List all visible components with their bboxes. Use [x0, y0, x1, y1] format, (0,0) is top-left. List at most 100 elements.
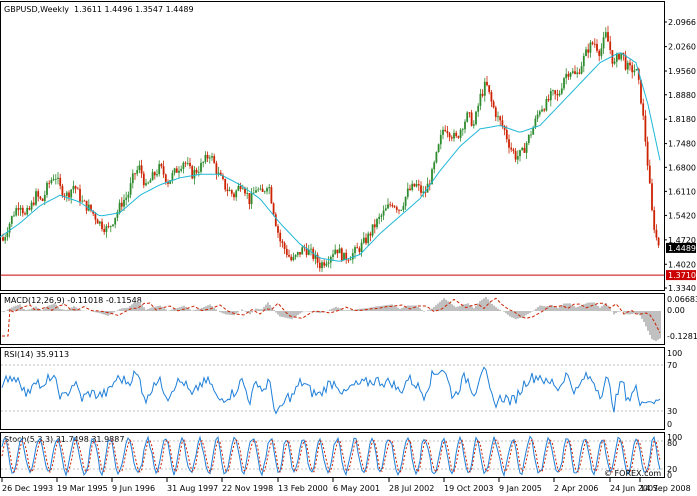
candle-body: [191, 166, 194, 179]
candle-body: [499, 116, 502, 121]
macd-bar: [251, 311, 253, 313]
candle-body: [281, 241, 284, 243]
macd-tick-bottom: -0.12812: [667, 332, 697, 341]
macd-bar: [615, 311, 617, 314]
price-pane[interactable]: [0, 1, 665, 291]
candle-body: [74, 186, 77, 189]
macd-bar: [257, 308, 259, 311]
chart-window[interactable]: GBPUSD,Weekly 1.3611 1.4496 1.3547 1.448…: [0, 0, 697, 496]
macd-bar: [141, 304, 143, 311]
macd-label: MACD(12,26,9) -0.11018 -0.11548: [4, 296, 142, 305]
candle-body: [461, 129, 464, 131]
candle-body: [635, 69, 638, 71]
macd-bar: [427, 310, 429, 311]
candle-body: [83, 200, 86, 202]
candle-body: [127, 194, 130, 198]
time-tick-label: 2 Apr 2006: [554, 484, 598, 493]
macd-bar: [541, 305, 543, 311]
candle-body: [589, 42, 592, 53]
macd-bar: [43, 308, 45, 311]
macd-bar: [451, 304, 453, 311]
macd-bar: [609, 308, 611, 311]
candle-body: [604, 32, 607, 38]
macd-bar: [279, 311, 281, 317]
macd-bar: [59, 308, 61, 311]
candle-body: [288, 254, 290, 257]
stoch-tick-0: 0: [667, 471, 672, 480]
candle-body: [114, 217, 117, 225]
macd-bar: [287, 311, 289, 319]
candle-body: [19, 207, 22, 210]
macd-bar: [555, 307, 557, 311]
candle-body: [406, 188, 409, 197]
macd-bar: [241, 309, 243, 311]
macd-bar: [107, 311, 109, 316]
macd-bar: [395, 306, 397, 311]
macd-bar: [309, 311, 311, 312]
candle-body: [648, 165, 651, 184]
macd-bar: [525, 311, 527, 316]
candle-body: [197, 171, 200, 173]
time-tick-label: 28 Jul 2002: [389, 484, 434, 493]
macd-bar: [113, 311, 115, 313]
candle-body: [615, 53, 618, 62]
macd-bar: [207, 305, 209, 311]
candle-body: [448, 133, 451, 138]
macd-bar: [519, 311, 521, 318]
candle-body: [255, 190, 257, 193]
rsi-tick-70: 70: [667, 361, 677, 370]
macd-bar: [419, 308, 421, 311]
macd-bar: [27, 309, 29, 311]
macd-bar: [225, 311, 227, 315]
macd-bar: [349, 310, 351, 311]
macd-bar: [455, 307, 457, 311]
candle-body: [142, 173, 145, 186]
candle-body: [277, 226, 279, 233]
macd-bar: [381, 305, 383, 311]
candle-body: [494, 107, 497, 118]
macd-bar: [255, 308, 257, 311]
macd-bar: [459, 305, 461, 311]
ohlc-values: 1.3611 1.4496 1.3547 1.4489: [74, 5, 194, 14]
candle-body: [182, 162, 185, 169]
rsi-tick-0: 0: [667, 420, 672, 429]
macd-bar: [417, 306, 419, 311]
candle-body: [292, 256, 295, 261]
macd-bar: [105, 311, 107, 316]
candle-body: [512, 149, 515, 152]
candle-body: [233, 193, 235, 198]
candle-body: [367, 233, 370, 244]
candle-body: [470, 112, 473, 126]
candle-body: [131, 173, 134, 184]
candle-body: [481, 93, 484, 96]
candle-body: [327, 262, 330, 264]
macd-bar: [579, 305, 581, 311]
macd-bar: [3, 311, 5, 313]
macd-bar: [269, 304, 271, 311]
candle-body: [508, 139, 510, 148]
macd-bar: [223, 311, 225, 314]
candle-body: [46, 182, 48, 195]
candle-body: [129, 183, 132, 195]
time-tick-label: 14 Sep 2008: [640, 484, 691, 493]
candle-body: [162, 166, 165, 175]
candle-body: [164, 174, 167, 182]
candle-body: [235, 190, 238, 198]
macd-bar: [589, 302, 591, 311]
candle-body: [490, 92, 493, 102]
time-tick-label: 9 Jan 2005: [499, 484, 542, 493]
candle-body: [228, 190, 231, 192]
candle-body: [266, 188, 268, 192]
candle-body: [213, 156, 216, 164]
candle-body: [384, 208, 387, 211]
candle-body: [261, 188, 264, 192]
candle-body: [536, 114, 539, 119]
macd-bar: [277, 311, 279, 315]
candle-body: [362, 237, 365, 243]
candle-body: [147, 182, 150, 184]
candle-body: [545, 99, 548, 111]
candle-body: [569, 72, 572, 77]
macd-bar: [383, 305, 385, 311]
macd-bar: [607, 305, 609, 311]
candle-body: [479, 93, 482, 106]
